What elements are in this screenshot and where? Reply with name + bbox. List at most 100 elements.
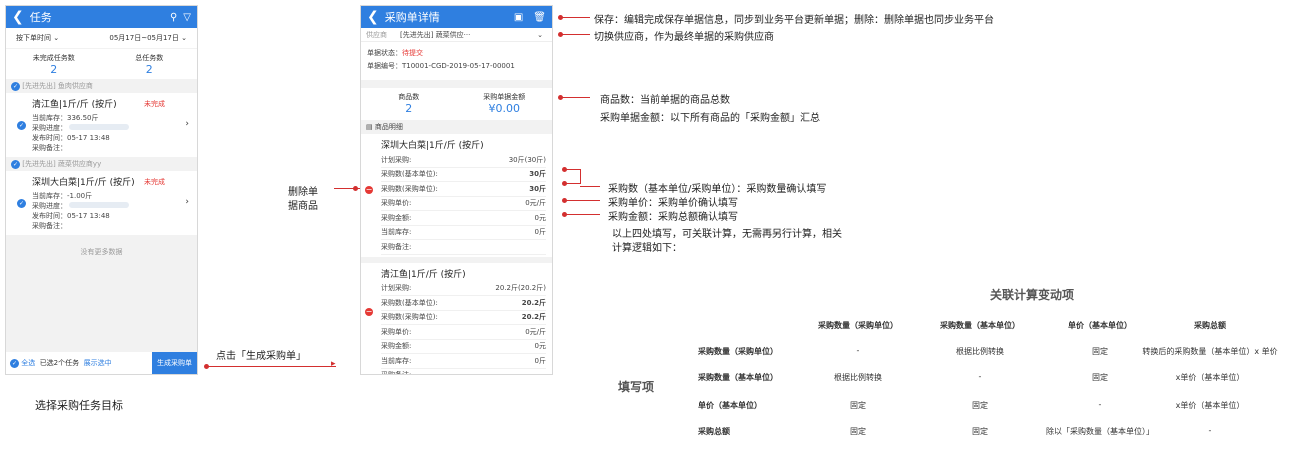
table-row-label: 采购数量（采购单位） <box>698 347 778 356</box>
page-title: 采购单详情 <box>384 11 440 24</box>
chevron-right-icon[interactable]: › <box>185 119 189 129</box>
order-no-row: 单据编号：T10001-CGD-2019-05-17-00001 <box>367 62 515 70</box>
select-all-check-icon[interactable]: ✓ <box>10 358 19 368</box>
arrow-line <box>206 366 336 367</box>
order-summary: 商品数 2 采购单据金额 ¥0.00 <box>361 88 552 116</box>
table-row-label: 采购数量（基本单位） <box>698 373 778 382</box>
table-header: 采购数量（基本单位） <box>940 321 1020 330</box>
item-field[interactable]: 采购数(采购单位): 20.2斤 <box>381 311 546 325</box>
chevron-down-icon: ⌄ <box>53 34 60 42</box>
order-amount-stat: 采购单据金额 ¥0.00 <box>483 92 526 115</box>
item-field[interactable]: 采购单价: 0元/斤 <box>381 325 546 340</box>
status-value: 待提交 <box>402 49 423 57</box>
supplier-select[interactable]: 供应商 [先进先出] 蔬菜供应··· ⌄ <box>361 28 552 42</box>
anno-item-count: 商品数：当前单据的商品总数 <box>600 95 730 106</box>
search-icon[interactable]: ⚲ <box>170 12 177 23</box>
task-card[interactable]: ✓ 深圳大白菜|1斤/斤 (按斤) 未完成 当前库存：-1.00斤 采购进度： 发… <box>6 171 197 235</box>
arrow-right-icon: ▸ <box>331 359 336 369</box>
item-field[interactable]: 采购金额: 0元 <box>381 340 546 354</box>
delete-label: 删除单 据商品 <box>288 187 318 212</box>
item-count-stat: 商品数 2 <box>398 92 420 115</box>
list-icon: ▤ <box>366 123 373 131</box>
item-field[interactable]: 采购数(采购单位): 30斤 <box>381 182 546 197</box>
chevron-down-icon: ⌄ <box>181 34 187 42</box>
check-icon[interactable]: ✓ <box>11 159 20 169</box>
anno-note-1: 以上四处填写，可关联计算，无需再另行计算，相关 <box>612 229 842 240</box>
page-title: 任务 <box>29 11 52 24</box>
trash-icon[interactable]: 🗑 <box>533 12 546 23</box>
note-text: 采购备注： <box>32 144 67 152</box>
supplier-tag: [先进先出] 蔬菜供应商yy <box>22 160 102 168</box>
show-selected-link[interactable]: 展示选中 <box>84 358 112 368</box>
task-list-screen: ❮ 任务 ⚲ ▽ 按下单时间 ⌄ 05月17日~05月17日 ⌄ 未完成任务数 2… <box>5 5 198 375</box>
status-row: 单据状态：待提交 <box>367 49 423 57</box>
check-icon[interactable]: ✓ <box>17 121 26 130</box>
detail-header: ❮ 采购单详情 ▣ 🗑 <box>361 6 552 28</box>
chevron-down-icon: ⌄ <box>537 30 543 39</box>
marker-dot <box>353 186 358 191</box>
task-card[interactable]: ✓ 清江鱼|1斤/斤 (按斤) 未完成 当前库存：336.50斤 采购进度： 发布… <box>6 93 197 157</box>
item-detail-header: ▤ 商品明细 <box>361 120 552 134</box>
anno-save: 保存：编辑完成保存单据信息，同步到业务平台更新单据；删除：删除单据也同步业务平台 <box>594 15 994 26</box>
table-cell: x单价（基本单位） <box>1175 401 1245 410</box>
product-name: 清江鱼|1斤/斤 (按斤) <box>32 100 117 110</box>
stock-text: 当前库存：-1.00斤 <box>32 192 93 200</box>
anno-price: 采购单价：采购单价确认填写 <box>608 198 738 209</box>
table-row-label: 单价（基本单位） <box>698 401 762 410</box>
table-side-label: 填写项 <box>618 380 655 394</box>
task-group-0: ✓ [先进先出] 鱼肉供应商 ✓ 清江鱼|1斤/斤 (按斤) 未完成 当前库存：3… <box>6 79 197 157</box>
item-field[interactable]: 采购单价: 0元/斤 <box>381 197 546 211</box>
item-field[interactable]: 采购数(基本单位): 30斤 <box>381 168 546 182</box>
filter-icon[interactable]: ▽ <box>183 12 191 23</box>
product-name: 深圳大白菜|1斤/斤 (按斤) <box>32 178 135 188</box>
progress-text: 采购进度： <box>32 201 197 211</box>
table-header: 采购数量（采购单位） <box>818 321 898 330</box>
date-range-select[interactable]: 05月17日~05月17日 ⌄ <box>109 33 187 43</box>
anno-order-amount: 采购单据金额：以下所有商品的「采购金额」汇总 <box>600 113 820 124</box>
item-field: 计划采购: 20.2斤(20.2斤) <box>381 282 546 296</box>
status-badge: 未完成 <box>144 177 165 186</box>
select-all-label[interactable]: 全选 <box>21 358 35 368</box>
table-cell: x单价（基本单位） <box>1175 373 1245 382</box>
stock-text: 当前库存：336.50斤 <box>32 114 99 122</box>
item-field: 当前库存: 0斤 <box>381 226 546 240</box>
order-detail-screen: ❮ 采购单详情 ▣ 🗑 供应商 [先进先出] 蔬菜供应··· ⌄ 单据状态：待提… <box>360 5 553 375</box>
bottom-bar: ✓ 全选 已选2个任务 展示选中 生成采购单 <box>6 352 197 374</box>
item-field: 采购备注: <box>381 240 546 255</box>
time-text: 发布时间：05-17 13:48 <box>32 134 110 142</box>
generate-order-button[interactable]: 生成采购单 <box>152 352 197 374</box>
table-row-label: 采购总额 <box>698 427 730 436</box>
selected-count: 已选2个任务 <box>39 359 80 367</box>
anno-switch-supplier: 切换供应商，作为最终单据的采购供应商 <box>594 32 774 43</box>
delete-item-icon[interactable]: − <box>365 186 373 194</box>
order-item: 深圳大白菜|1斤/斤 (按斤) 计划采购: 30斤(30斤) 采购数(基本单位): 30… <box>361 134 552 257</box>
order-item: 清江鱼|1斤/斤 (按斤) 计划采购: 20.2斤(20.2斤) 采购数(基本单位):… <box>361 256 552 374</box>
supplier-tag: [先进先出] 鱼肉供应商 <box>22 82 93 90</box>
total-stat: 总任务数 2 <box>135 53 164 76</box>
filter-bar: 按下单时间 ⌄ 05月17日~05月17日 ⌄ <box>6 28 197 48</box>
check-icon[interactable]: ✓ <box>17 199 26 208</box>
back-icon[interactable]: ❮ <box>12 9 24 25</box>
delete-item-icon[interactable]: − <box>365 308 373 316</box>
unfinished-stat: 未完成任务数 2 <box>32 53 75 76</box>
anno-total: 采购金额：采购总额确认填写 <box>608 212 738 223</box>
item-field[interactable]: 采购数(基本单位): 20.2斤 <box>381 296 546 311</box>
table-header: 单价（基本单位） <box>1068 321 1132 330</box>
check-icon[interactable]: ✓ <box>11 81 20 91</box>
status-badge: 未完成 <box>144 99 165 108</box>
back-icon[interactable]: ❮ <box>367 9 379 25</box>
table-cell: 转换后的采购数量（基本单位）x 单价 <box>1142 347 1278 356</box>
item-list: 深圳大白菜|1斤/斤 (按斤) 计划采购: 30斤(30斤) 采购数(基本单位): 30… <box>361 134 552 374</box>
item-field: 采购备注: <box>381 369 546 374</box>
chevron-right-icon[interactable]: › <box>185 197 189 207</box>
save-icon[interactable]: ▣ <box>514 12 523 23</box>
item-name: 深圳大白菜|1斤/斤 (按斤) <box>381 141 484 151</box>
anno-note-2: 计算逻辑如下： <box>612 243 682 254</box>
sort-select[interactable]: 按下单时间 ⌄ <box>16 33 59 43</box>
item-name: 清江鱼|1斤/斤 (按斤) <box>381 269 466 280</box>
task-stats: 未完成任务数 2 总任务数 2 <box>6 49 197 79</box>
progress-text: 采购进度： <box>32 123 197 133</box>
task-group-1: ✓ [先进先出] 蔬菜供应商yy ✓ 深圳大白菜|1斤/斤 (按斤) 未完成 当前… <box>6 157 197 235</box>
item-field: 当前库存: 0斤 <box>381 354 546 369</box>
item-field[interactable]: 采购金额: 0元 <box>381 211 546 226</box>
